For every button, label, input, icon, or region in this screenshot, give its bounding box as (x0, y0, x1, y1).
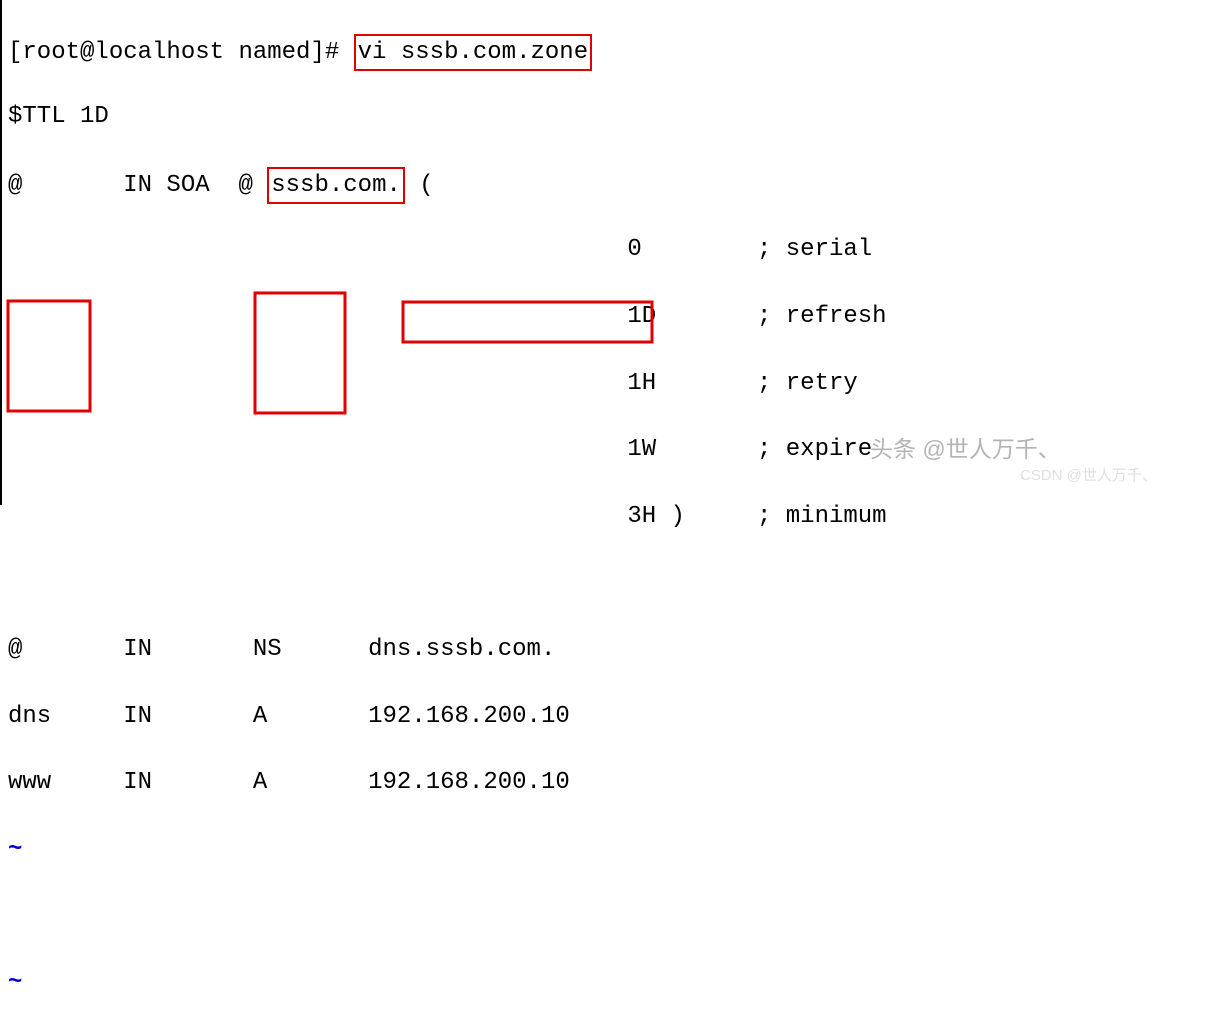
param-comment-1: ; refresh (757, 303, 887, 330)
terminal-output: [root@localhost named]# vi sssb.com.zone… (0, 0, 1227, 1010)
record-a-dns: dns IN A 192.168.200.10 (8, 700, 1227, 733)
param-retry: 1H ; retry (8, 367, 1227, 400)
param-comment-2: ; retry (757, 370, 858, 397)
param-comment-3: ; expire (757, 436, 872, 463)
rec-val-0: dns.sssb.com. (368, 636, 555, 663)
blank-line (8, 566, 1227, 599)
tilde-line-2: ~ (8, 966, 1227, 999)
rec-class-0: IN (123, 636, 152, 663)
rec-name-2: www (8, 769, 51, 796)
param-comment-4: ; minimum (757, 503, 887, 530)
rec-type-0: NS (253, 636, 282, 663)
tilde-2: ~ (8, 969, 22, 996)
param-val-4: 3H ) (627, 503, 713, 530)
soa-prefix: @ IN SOA @ (8, 172, 267, 199)
soa-open: ( (405, 172, 434, 199)
record-ns: @ IN NS dns.sssb.com. (8, 633, 1227, 666)
rec-type-2: A (253, 769, 282, 796)
param-val-3: 1W (627, 436, 713, 463)
param-serial: 0 ; serial (8, 233, 1227, 266)
param-expire: 1W ; expire (8, 433, 1227, 466)
prompt-line: [root@localhost named]# vi sssb.com.zone (8, 34, 1227, 67)
soa-domain: sssb.com. (271, 172, 401, 199)
param-val-0: 0 (627, 236, 713, 263)
rec-class-2: IN (123, 769, 152, 796)
rec-type-1: A (253, 703, 282, 730)
param-refresh: 1D ; refresh (8, 300, 1227, 333)
rec-name-0: @ (8, 636, 51, 663)
param-val-1: 1D (627, 303, 713, 330)
param-val-2: 1H (627, 370, 713, 397)
ttl-text: $TTL 1D (8, 103, 109, 130)
tilde-1: ~ (8, 836, 22, 863)
soa-line: @ IN SOA @ sssb.com. ( (8, 167, 1227, 200)
rec-val-1: 192.168.200.10 (368, 703, 570, 730)
rec-name-1: dns (8, 703, 51, 730)
shell-prompt: [root@localhost named]# (8, 39, 354, 66)
soa-domain-box: sssb.com. (267, 167, 405, 205)
command-text: vi sssb.com.zone (358, 39, 588, 66)
rec-val-2: 192.168.200.10 (368, 769, 570, 796)
record-a-www: www IN A 192.168.200.10 (8, 766, 1227, 799)
param-comment-0: ; serial (757, 236, 872, 263)
left-divider (0, 0, 2, 505)
command-box: vi sssb.com.zone (354, 34, 592, 72)
rec-class-1: IN (123, 703, 152, 730)
blank-line-2 (8, 899, 1227, 932)
tilde-line-1: ~ (8, 833, 1227, 866)
ttl-line: $TTL 1D (8, 100, 1227, 133)
